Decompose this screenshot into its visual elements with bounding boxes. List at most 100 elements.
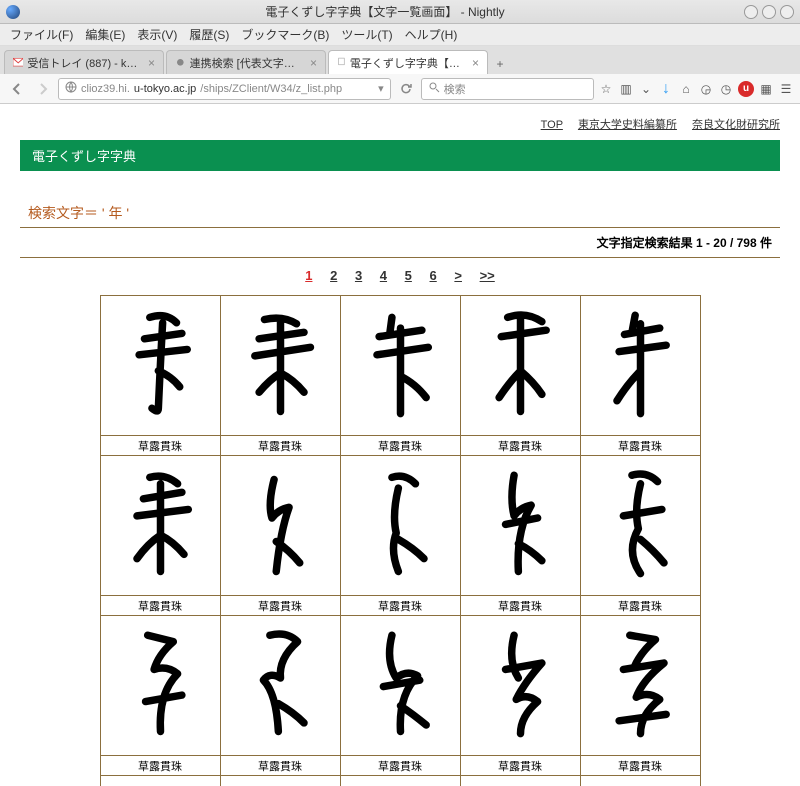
glyph-cell[interactable] (580, 776, 700, 786)
glyph-label[interactable]: 草露貫珠 (460, 436, 580, 456)
menu-view[interactable]: 表示(V) (133, 24, 181, 45)
forward-button[interactable] (32, 78, 54, 100)
grid-icon[interactable]: ▦ (758, 81, 774, 97)
page-link[interactable]: 6 (430, 268, 437, 283)
page-current: 1 (305, 268, 312, 283)
reload-button[interactable] (395, 78, 417, 100)
glyph-cell[interactable] (100, 616, 220, 756)
url-path: /ships/ZClient/W34/z_list.php (200, 83, 342, 95)
page-link[interactable]: 2 (330, 268, 337, 283)
back-button[interactable] (6, 78, 28, 100)
window-controls (744, 5, 794, 19)
page-link[interactable]: 4 (380, 268, 387, 283)
close-icon[interactable]: × (310, 56, 317, 70)
glyph-label[interactable]: 草露貫珠 (220, 436, 340, 456)
glyph-label[interactable]: 草露貫珠 (340, 756, 460, 776)
link-utokyo[interactable]: 東京大学史料編纂所 (578, 119, 677, 131)
glyph-label[interactable]: 草露貫珠 (460, 596, 580, 616)
url-domain: u-tokyo.ac.jp (134, 83, 196, 95)
glyph-label[interactable]: 草露貫珠 (580, 756, 700, 776)
tab-gmail[interactable]: 受信トレイ (887) - kojim… × (4, 50, 164, 74)
glyph-cell[interactable] (100, 296, 220, 436)
reading-list-icon[interactable]: ▥ (618, 81, 634, 97)
page-last[interactable]: >> (480, 268, 495, 283)
link-nara[interactable]: 奈良文化財研究所 (692, 119, 780, 131)
menu-edit[interactable]: 編集(E) (81, 24, 129, 45)
site-banner: 電子くずし字字典 (20, 140, 780, 171)
tab-label: 連携検索 [代表文字一覧… (190, 55, 302, 71)
pocket-icon[interactable]: ⌄ (638, 81, 654, 97)
glyph-cell[interactable] (220, 296, 340, 436)
glyph-cell[interactable] (460, 776, 580, 786)
url-prefix: clioz39.hi. (81, 83, 130, 95)
glyph-label[interactable]: 草露貫珠 (100, 756, 220, 776)
search-char-header: 検索文字＝ ' 年 ' (20, 199, 780, 228)
new-tab-button[interactable]: + (490, 54, 510, 74)
glyph-label[interactable]: 草露貫珠 (220, 756, 340, 776)
page-next[interactable]: > (454, 268, 462, 283)
home-icon[interactable]: ⌂ (678, 81, 694, 97)
link-top[interactable]: TOP (541, 119, 563, 131)
glyph-cell[interactable] (340, 776, 460, 786)
star-icon[interactable]: ☆ (598, 81, 614, 97)
glyph-cell[interactable] (220, 776, 340, 786)
search-bar[interactable]: 検索 (421, 78, 594, 100)
url-bar[interactable]: clioz39.hi. u-tokyo.ac.jp/ships/ZClient/W… (58, 78, 391, 100)
hamburger-icon[interactable]: ☰ (778, 81, 794, 97)
window-titlebar: 電子くずし字字典【文字一覧画面】 - Nightly (0, 0, 800, 24)
glyph-cell[interactable] (460, 616, 580, 756)
glyph-label[interactable]: 草露貫珠 (580, 596, 700, 616)
ublock-icon[interactable]: u (738, 81, 754, 97)
top-links: TOP 東京大学史料編纂所 奈良文化財研究所 (20, 112, 780, 140)
menubar: ファイル(F) 編集(E) 表示(V) 履歴(S) ブックマーク(B) ツール(… (0, 24, 800, 46)
glyph-cell[interactable] (220, 456, 340, 596)
page-link[interactable]: 3 (355, 268, 362, 283)
menu-tools[interactable]: ツール(T) (337, 24, 396, 45)
glyph-label[interactable]: 草露貫珠 (460, 756, 580, 776)
page-link[interactable]: 5 (405, 268, 412, 283)
glyph-cell[interactable] (460, 456, 580, 596)
app-icon (6, 5, 20, 19)
glyph-cell[interactable] (100, 776, 220, 786)
tab-linked-search[interactable]: 連携検索 [代表文字一覧… × (166, 50, 326, 74)
glyph-label[interactable]: 草露貫珠 (340, 596, 460, 616)
dropdown-icon[interactable]: ▾ (378, 82, 384, 95)
glyph-cell[interactable] (340, 616, 460, 756)
tab-kuzushiji[interactable]: 電子くずし字字典【文字一覧… × (328, 50, 488, 74)
gmail-icon (13, 57, 23, 69)
close-icon[interactable]: × (472, 56, 479, 70)
search-placeholder: 検索 (444, 81, 466, 97)
sync-icon[interactable]: ◶ (698, 81, 714, 97)
result-count: 文字指定検索結果 1 - 20 / 798 件 (20, 228, 780, 258)
glyph-cell[interactable] (340, 456, 460, 596)
page-icon (175, 57, 186, 69)
tab-label: 受信トレイ (887) - kojim… (27, 55, 140, 71)
glyph-cell[interactable] (580, 456, 700, 596)
download-icon[interactable]: ↓ (658, 81, 674, 97)
menu-help[interactable]: ヘルプ(H) (401, 24, 462, 45)
menu-file[interactable]: ファイル(F) (6, 24, 77, 45)
glyph-cell[interactable] (580, 296, 700, 436)
toolbar-icons: ☆ ▥ ⌄ ↓ ⌂ ◶ ◷ u ▦ ☰ (598, 81, 794, 97)
glyph-cell[interactable] (580, 616, 700, 756)
glyph-cell[interactable] (340, 296, 460, 436)
glyph-label[interactable]: 草露貫珠 (220, 596, 340, 616)
glyph-cell[interactable] (460, 296, 580, 436)
maximize-button[interactable] (762, 5, 776, 19)
menu-history[interactable]: 履歴(S) (185, 24, 233, 45)
glyph-label[interactable]: 草露貫珠 (100, 596, 220, 616)
clock-icon[interactable]: ◷ (718, 81, 734, 97)
page-icon (337, 57, 346, 69)
close-button[interactable] (780, 5, 794, 19)
close-icon[interactable]: × (148, 56, 155, 70)
search-icon (428, 81, 440, 96)
tab-bar: 受信トレイ (887) - kojim… × 連携検索 [代表文字一覧… × 電… (0, 46, 800, 74)
glyph-cell[interactable] (100, 456, 220, 596)
glyph-label[interactable]: 草露貫珠 (580, 436, 700, 456)
glyph-label[interactable]: 草露貫珠 (340, 436, 460, 456)
glyph-label[interactable]: 草露貫珠 (100, 436, 220, 456)
page-content: TOP 東京大学史料編纂所 奈良文化財研究所 電子くずし字字典 検索文字＝ ' … (0, 104, 800, 786)
glyph-cell[interactable] (220, 616, 340, 756)
menu-bookmarks[interactable]: ブックマーク(B) (237, 24, 333, 45)
minimize-button[interactable] (744, 5, 758, 19)
